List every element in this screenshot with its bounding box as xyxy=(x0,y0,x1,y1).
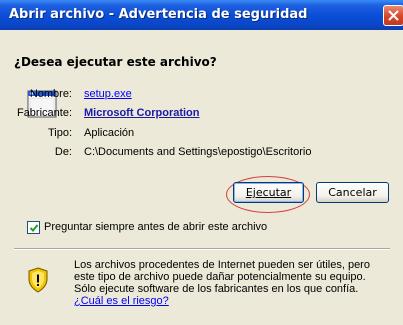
cancel-button[interactable]: Cancelar xyxy=(316,182,389,203)
title-bar[interactable]: Abrir archivo - Advertencia de seguridad xyxy=(0,0,403,30)
from-label: De: xyxy=(54,146,72,158)
dialog-body: ¿Desea ejecutar este archivo? Nombre: se… xyxy=(0,30,403,325)
close-icon xyxy=(388,10,399,21)
type-label: Tipo: xyxy=(47,127,72,139)
close-button[interactable] xyxy=(383,5,403,26)
run-button-label: Ejecutar xyxy=(245,186,292,199)
from-path: C:\Documents and Settings\epostigo\Escri… xyxy=(84,146,312,158)
security-shield-warning-icon xyxy=(28,267,48,293)
window-title: Abrir archivo - Advertencia de seguridad xyxy=(9,7,308,22)
separator xyxy=(14,248,390,250)
run-button[interactable]: Ejecutar xyxy=(233,182,304,203)
checkmark-icon xyxy=(29,224,39,232)
warning-message: Los archivos procedentes de Internet pue… xyxy=(74,259,390,307)
publisher-link[interactable]: Microsoft Corporation xyxy=(84,107,200,119)
file-name-link[interactable]: setup.exe xyxy=(84,88,132,100)
risk-link[interactable]: ¿Cuál es el riesgo? xyxy=(74,295,169,307)
warning-text: Los archivos procedentes de Internet pue… xyxy=(74,259,370,295)
question-heading: ¿Desea ejecutar este archivo? xyxy=(14,55,217,69)
always-ask-checkbox[interactable] xyxy=(27,221,40,234)
cancel-button-label: Cancelar xyxy=(328,186,377,199)
always-ask-label: Preguntar siempre antes de abrir este ar… xyxy=(44,221,268,233)
name-label: Nombre: xyxy=(29,88,72,100)
type-value: Aplicación xyxy=(84,127,135,139)
publisher-label: Fabricante: xyxy=(16,107,72,119)
